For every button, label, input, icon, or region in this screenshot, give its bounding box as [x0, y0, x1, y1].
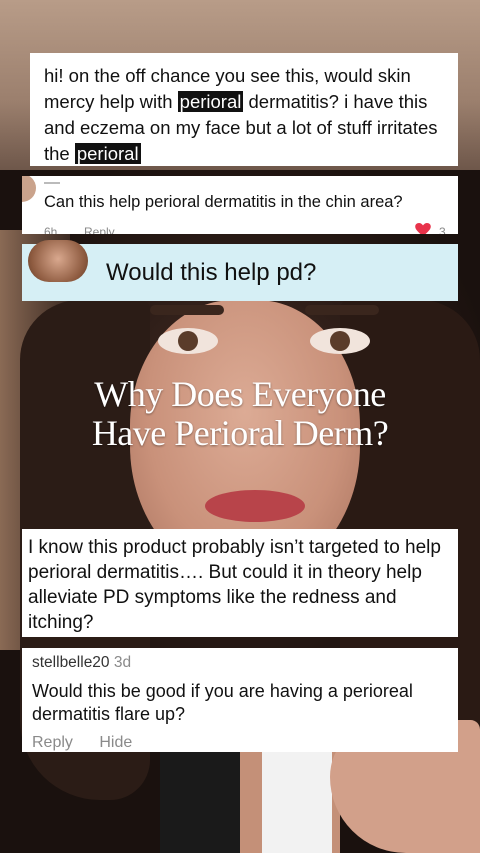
highlighted-word: perioral [177, 91, 244, 112]
comment-text: Would this help pd? [106, 259, 317, 286]
like-count: 3 [439, 225, 446, 234]
jacket [160, 740, 240, 853]
divider [44, 182, 60, 184]
comment-text: Would this be good if you are having a p… [32, 681, 413, 724]
highlighted-word: perioral [74, 143, 141, 164]
reply-link[interactable]: Reply [84, 225, 115, 234]
heart-icon[interactable] [414, 223, 432, 234]
reply-button[interactable]: Reply [32, 734, 73, 751]
hide-button[interactable]: Hide [99, 734, 132, 751]
comment-time: 6h [44, 225, 58, 234]
comment-overlay-3: Would this help pd? [22, 240, 458, 301]
left-eyebrow [150, 305, 224, 315]
shirt-collar [262, 750, 332, 853]
video-title-line-2: Have Perioral Derm? [91, 413, 389, 453]
video-title-line-1: Why Does Everyone [94, 374, 386, 414]
left-eye [158, 328, 218, 354]
comment-overlay-1: hi! on the off chance you see this, woul… [30, 53, 458, 166]
avatar [22, 176, 36, 202]
comment-overlay-4: I know this product probably isn’t targe… [22, 529, 458, 637]
comment-overlay-5: stellbelle20 3d Would this be good if yo… [22, 648, 458, 752]
comment-text: Can this help perioral dermatitis in the… [44, 193, 403, 211]
lips [205, 490, 305, 522]
comment-overlay-2: Can this help perioral dermatitis in the… [22, 176, 458, 234]
right-eyebrow [305, 305, 379, 315]
avatar [28, 240, 88, 282]
comment-timestamp: 3d [113, 654, 132, 671]
comment-text: I know this product probably isn’t targe… [28, 537, 441, 633]
comment-header: stellbelle20 3d [32, 654, 458, 672]
comment-actions: Reply Hide [32, 734, 154, 752]
username[interactable]: stellbelle20 [32, 654, 110, 671]
right-eye [310, 328, 370, 354]
